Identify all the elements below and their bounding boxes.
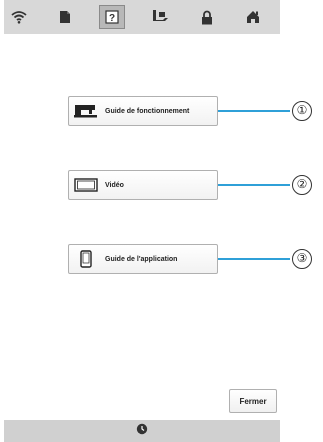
video-label: Vidéo [105, 181, 124, 189]
callout-line-2 [218, 184, 290, 186]
bottom-status-bar [4, 420, 280, 442]
callout-line-1 [218, 110, 290, 112]
app-guide-label: Guide de l'application [105, 255, 178, 263]
top-toolbar: ? [4, 0, 280, 34]
video-icon [73, 175, 99, 195]
video-button[interactable]: Vidéo [68, 170, 218, 200]
document-icon[interactable] [52, 5, 78, 29]
smartphone-icon [73, 249, 99, 269]
home-icon[interactable] [240, 5, 266, 29]
sewing-machine-icon [73, 101, 99, 121]
operation-guide-button[interactable]: Guide de fonctionnement [68, 96, 218, 126]
close-button[interactable]: Fermer [229, 389, 277, 413]
callout-number-1: ① [292, 101, 312, 121]
clock-icon[interactable] [136, 422, 148, 440]
lock-icon[interactable] [194, 5, 220, 29]
wifi-icon[interactable] [6, 5, 32, 29]
help-menu-panel [4, 34, 280, 410]
callout-number-3: ③ [292, 249, 312, 269]
app-guide-button[interactable]: Guide de l'application [68, 244, 218, 274]
operation-guide-label: Guide de fonctionnement [105, 107, 190, 115]
callout-number-2: ② [292, 175, 312, 195]
help-icon[interactable]: ? [99, 5, 125, 29]
svg-text:?: ? [109, 13, 115, 24]
callout-line-3 [218, 258, 290, 260]
sewing-foot-icon[interactable] [147, 5, 173, 29]
